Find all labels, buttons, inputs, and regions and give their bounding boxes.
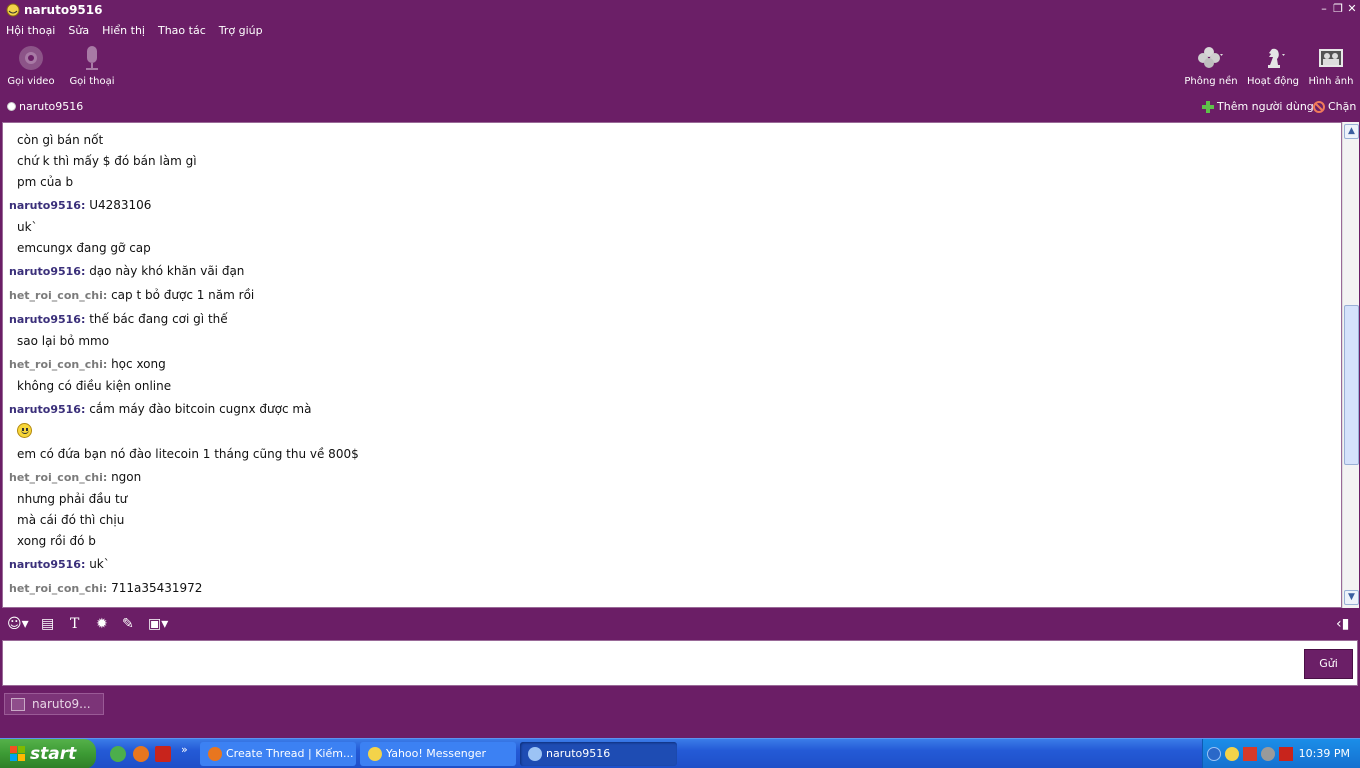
unikey-icon[interactable] xyxy=(1279,747,1293,761)
taskbar: start » Create Thread | Kiếm... Yahoo! M… xyxy=(0,738,1360,768)
sender-nick: naruto9516 xyxy=(9,199,81,212)
tray-expand-icon[interactable] xyxy=(1207,747,1221,761)
firefox-icon[interactable] xyxy=(133,746,149,762)
firefox-icon xyxy=(208,747,222,761)
sender-nick: naruto9516 xyxy=(9,403,81,416)
message: nhưng phải đầu tư xyxy=(17,492,128,506)
emoticon-picker-icon[interactable]: ☺▾ xyxy=(7,616,29,632)
audible-icon[interactable]: ▤ xyxy=(41,616,54,632)
contact-avatar-icon xyxy=(11,698,25,711)
message: naruto9516: thế bác đang cơi gì thế xyxy=(9,312,228,326)
block-button[interactable]: Chặn xyxy=(1313,100,1356,113)
start-button[interactable]: start xyxy=(0,739,96,768)
flower-icon xyxy=(1198,47,1223,68)
title-bar: naruto9516 – ❐ ✕ xyxy=(0,0,1360,20)
message: em có đứa bạn nó đào litecoin 1 tháng cũ… xyxy=(17,447,359,461)
text-format-icon[interactable]: T xyxy=(70,616,79,632)
message: không có điều kiện online xyxy=(17,379,172,393)
sender-nick: het_roi_con_chi xyxy=(9,471,103,484)
message: uk` xyxy=(17,220,38,234)
close-button[interactable]: ✕ xyxy=(1346,3,1358,15)
message: mà cái đó thì chịu xyxy=(17,513,125,527)
plus-icon xyxy=(1202,100,1214,113)
message: het_roi_con_chi: 711a35431972 xyxy=(9,581,203,595)
add-user-button[interactable]: Thêm người dùng xyxy=(1202,100,1314,113)
microphone-icon xyxy=(86,46,98,70)
contact-name[interactable]: naruto9516 xyxy=(19,100,83,113)
message-input[interactable] xyxy=(2,640,1358,686)
attachment-icon[interactable]: ✎ xyxy=(122,616,134,632)
menu-view[interactable]: Hiển thị xyxy=(102,24,145,37)
sender-nick: het_roi_con_chi xyxy=(9,582,103,595)
message: chứ k thì mấy $ đó bán làm gì xyxy=(17,154,197,168)
buzz-icon[interactable]: ✹ xyxy=(96,616,108,632)
taskbar-item-firefox[interactable]: Create Thread | Kiếm... xyxy=(200,742,356,766)
contact-panel-toggle-icon[interactable]: ‹▮ xyxy=(1336,616,1349,632)
clock: 10:39 PM xyxy=(1298,747,1350,760)
window-title: naruto9516 xyxy=(24,3,103,17)
messenger-icon xyxy=(528,747,542,761)
chat-history[interactable]: còn gì bán nốt chứ k thì mấy $ đó bán là… xyxy=(2,122,1342,608)
photos-icon xyxy=(1319,49,1343,67)
sender-nick: het_roi_con_chi xyxy=(9,289,103,302)
message: het_roi_con_chi: học xong xyxy=(9,357,166,371)
taskbar-item-conversation[interactable]: naruto9516 xyxy=(520,742,677,766)
images-button[interactable]: Hình ảnh xyxy=(1303,44,1359,87)
toolbar: Gọi video Gọi thoại Phông nền Hoạt động … xyxy=(0,40,1360,94)
conversation-tab-strip: naruto9... xyxy=(0,688,1360,738)
menu-edit[interactable]: Sửa xyxy=(68,24,89,37)
contact-row: naruto9516 Thêm người dùng Chặn xyxy=(0,96,1360,118)
voice-call-button[interactable]: Gọi thoại xyxy=(64,44,120,87)
system-tray: 10:39 PM xyxy=(1202,739,1360,768)
format-toolbar: ☺▾ ▤ T ✹ ✎ ▣▾ ‹▮ xyxy=(0,610,1360,638)
chess-knight-icon xyxy=(1268,48,1285,68)
message: het_roi_con_chi: ngon xyxy=(9,470,142,484)
message: het_roi_con_chi: cap t bỏ được 1 năm rồi xyxy=(9,288,255,302)
block-icon xyxy=(1313,100,1325,113)
message: còn gì bán nốt xyxy=(17,133,104,147)
message: naruto9516: U4283106 xyxy=(9,198,152,212)
yahoo-smiley-icon xyxy=(368,747,382,761)
message: emcungx đang gỡ cap xyxy=(17,241,151,255)
send-button[interactable]: Gửi xyxy=(1304,649,1353,679)
scroll-up-button[interactable]: ▲ xyxy=(1344,124,1359,139)
menu-bar: Hội thoại Sửa Hiển thị Thao tác Trợ giúp xyxy=(0,20,1360,40)
taskbar-item-yahoo-messenger[interactable]: Yahoo! Messenger xyxy=(360,742,516,766)
windows-logo-icon xyxy=(10,746,25,761)
acrobat-icon[interactable] xyxy=(155,746,171,762)
quicklaunch-expand-icon[interactable]: » xyxy=(181,743,188,756)
message: naruto9516: dạo này khó khăn vãi đạn xyxy=(9,264,245,278)
scroll-thumb[interactable] xyxy=(1344,305,1359,465)
message xyxy=(17,423,32,438)
background-button[interactable]: Phông nền xyxy=(1183,44,1239,87)
smiley-emoticon-icon xyxy=(17,423,32,438)
webcam-icon xyxy=(19,46,43,70)
conversation-tab[interactable]: naruto9... xyxy=(4,693,104,715)
message: naruto9516: uk` xyxy=(9,557,110,571)
messenger-icon xyxy=(6,3,20,17)
scroll-down-button[interactable]: ▼ xyxy=(1344,590,1359,605)
antivirus-icon[interactable] xyxy=(1243,747,1257,761)
share-photos-icon[interactable]: ▣▾ xyxy=(148,616,168,632)
maximize-button[interactable]: ❐ xyxy=(1332,3,1344,15)
message: sao lại bỏ mmo xyxy=(17,334,110,348)
minimize-button[interactable]: – xyxy=(1318,3,1330,15)
message: xong rồi đó b xyxy=(17,534,96,548)
offline-status-icon xyxy=(7,102,16,111)
menu-help[interactable]: Trợ giúp xyxy=(219,24,263,37)
message: pm của b xyxy=(17,175,74,189)
video-call-button[interactable]: Gọi video xyxy=(3,44,59,87)
sender-nick: naruto9516 xyxy=(9,265,81,278)
message: naruto9516: cắm máy đào bitcoin cugnx đư… xyxy=(9,402,312,416)
sender-nick: het_roi_con_chi xyxy=(9,358,103,371)
menu-actions[interactable]: Thao tác xyxy=(158,24,206,37)
activity-button[interactable]: Hoạt động xyxy=(1245,44,1301,87)
chrome-icon[interactable] xyxy=(110,746,126,762)
sender-nick: naruto9516 xyxy=(9,558,81,571)
menu-conversation[interactable]: Hội thoại xyxy=(6,24,55,37)
sender-nick: naruto9516 xyxy=(9,313,81,326)
chat-scrollbar[interactable]: ▲ ▼ xyxy=(1342,122,1359,608)
yahoo-tray-icon[interactable] xyxy=(1225,747,1239,761)
network-icon[interactable] xyxy=(1261,747,1275,761)
